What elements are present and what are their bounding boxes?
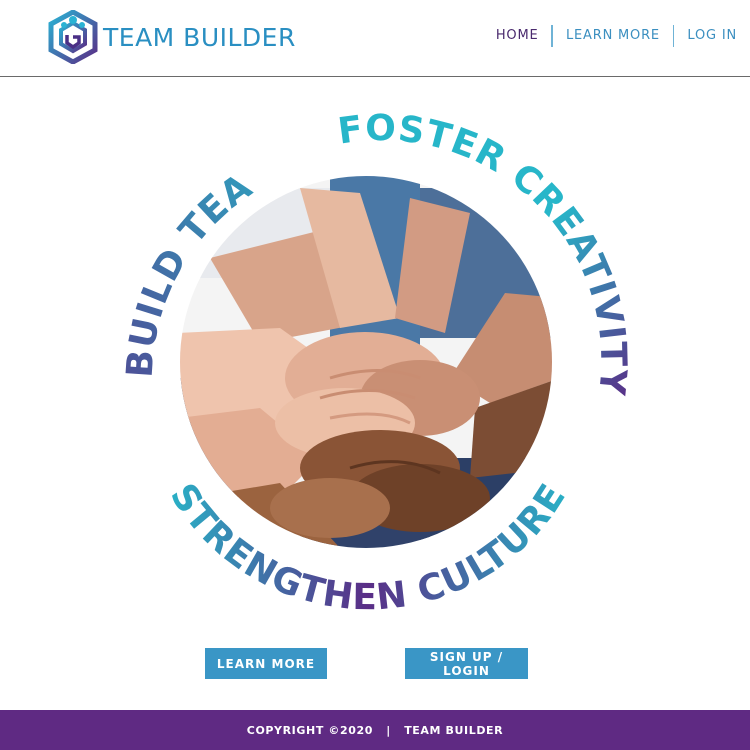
hero-section: BUILD TEAMS FOSTER CREATIVITY STRENGTHEN… (0, 78, 750, 688)
footer-copyright: COPYRIGHT ©2020 (246, 723, 373, 737)
hero-graphic: BUILD TEAMS FOSTER CREATIVITY STRENGTHEN… (0, 78, 633, 618)
nav-log-in[interactable]: LOG IN (674, 25, 750, 47)
footer-separator: | (386, 723, 391, 737)
team-builder-logo-icon (48, 10, 98, 64)
footer-company: TEAM BUILDER (404, 723, 504, 737)
nav-learn-more[interactable]: LEARN MORE (553, 25, 673, 47)
stacked-hands-photo (180, 176, 552, 548)
nav-home[interactable]: HOME (483, 25, 552, 47)
learn-more-button[interactable]: LEARN MORE (205, 648, 327, 679)
brand-logo[interactable]: TEAM BUILDER (48, 9, 296, 65)
site-header: TEAM BUILDER HOME LEARN MORE LOG IN (0, 0, 750, 77)
main-nav: HOME LEARN MORE LOG IN (483, 25, 750, 47)
brand-name: TEAM BUILDER (103, 22, 296, 52)
sign-up-login-button[interactable]: SIGN UP / LOGIN (405, 648, 528, 679)
site-footer: COPYRIGHT ©2020 | TEAM BUILDER (0, 710, 750, 750)
